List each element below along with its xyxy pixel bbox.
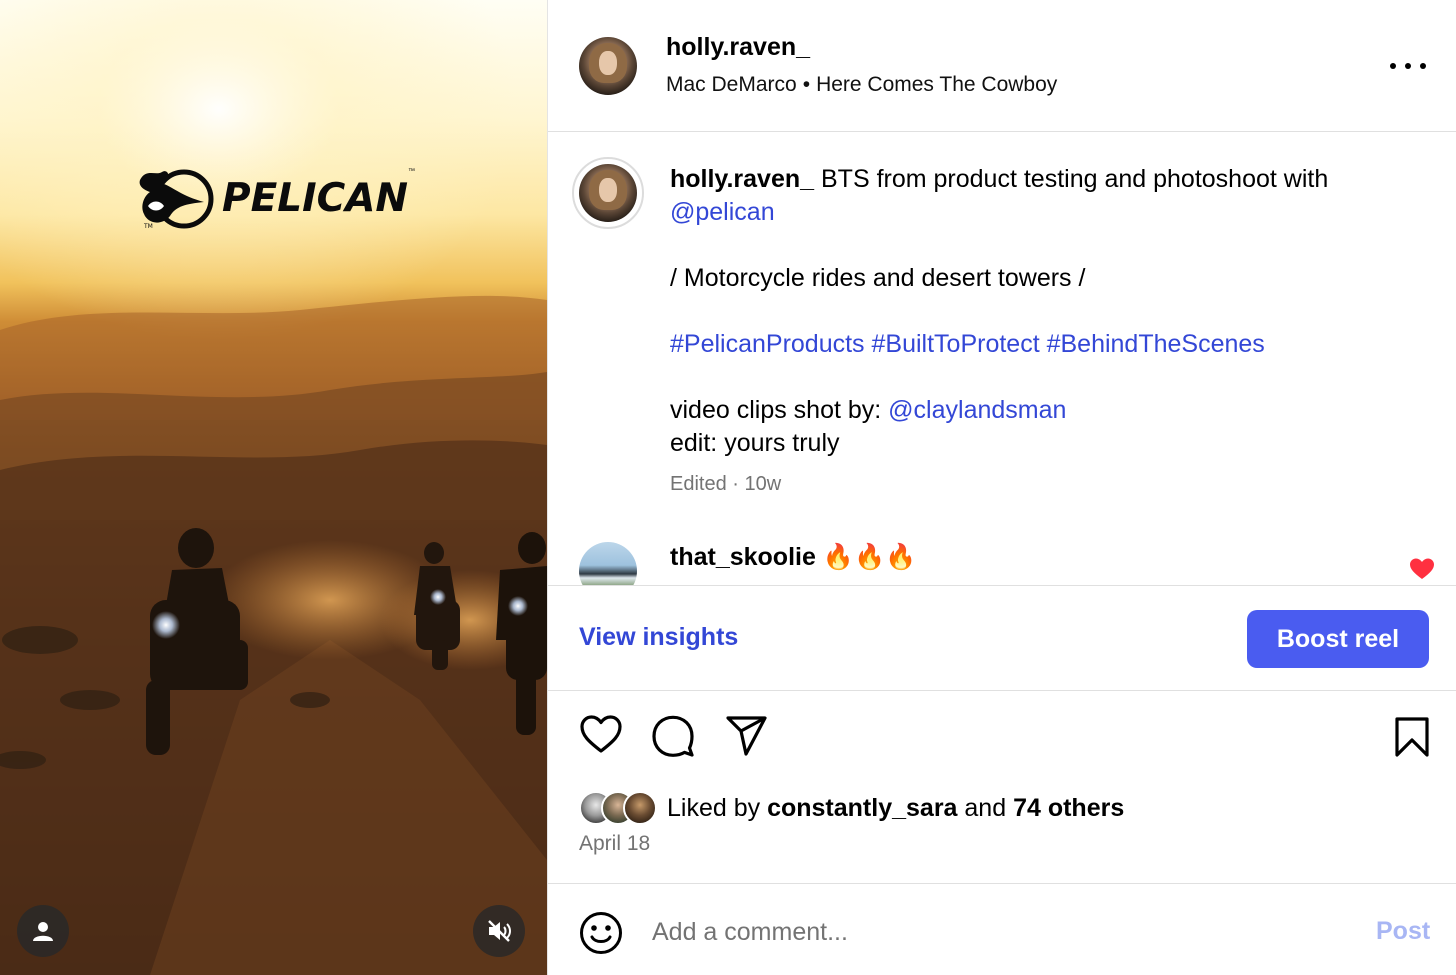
caption-avatar[interactable] bbox=[579, 164, 637, 222]
post-header: holly.raven_ Mac DeMarco • Here Comes The … bbox=[548, 0, 1456, 132]
liked-by-row[interactable]: Liked by constantly_sara and 74 others bbox=[579, 790, 1124, 826]
liked-user[interactable]: constantly_sara bbox=[767, 794, 957, 822]
more-dot bbox=[1405, 63, 1411, 69]
post-panel: holly.raven_ Mac DeMarco • Here Comes The … bbox=[547, 0, 1456, 975]
audio-artist[interactable]: Mac DeMarco bbox=[666, 73, 797, 96]
hashtags-link[interactable]: #PelicanProducts #BuiltToProtect #Behind… bbox=[670, 328, 1390, 361]
credit-label: video clips shot by: bbox=[670, 396, 882, 424]
post-caption: holly.raven_ BTS from product testing an… bbox=[670, 163, 1390, 501]
more-dot bbox=[1420, 63, 1426, 69]
more-options-button[interactable] bbox=[1390, 54, 1426, 78]
tagged-people-button[interactable] bbox=[17, 905, 69, 957]
mute-button[interactable] bbox=[473, 905, 525, 957]
heart-filled-icon[interactable] bbox=[1410, 558, 1434, 580]
share-icon bbox=[726, 716, 767, 756]
like-button[interactable] bbox=[579, 714, 623, 757]
caption-username[interactable]: holly.raven_ bbox=[670, 165, 814, 193]
boost-reel-button[interactable]: Boost reel bbox=[1247, 610, 1429, 668]
comment-body: 🔥🔥🔥 bbox=[822, 543, 917, 571]
trademark-symbol: ™ bbox=[408, 168, 416, 175]
post-date[interactable]: April 18 bbox=[579, 832, 650, 856]
comment-text: that_skoolie 🔥🔥🔥 bbox=[670, 543, 916, 572]
comment-icon bbox=[652, 715, 694, 757]
pelican-logo: TM PELICAN ™ bbox=[134, 166, 415, 230]
audio-attribution[interactable]: Mac DeMarco • Here Comes The Cowboy bbox=[666, 73, 1057, 97]
person-icon bbox=[33, 922, 53, 941]
smiley-icon bbox=[580, 912, 622, 954]
audio-track[interactable]: Here Comes The Cowboy bbox=[816, 73, 1057, 96]
avatar[interactable] bbox=[579, 37, 637, 95]
save-button[interactable] bbox=[1393, 716, 1431, 761]
bookmark-icon bbox=[1395, 717, 1429, 757]
comment-input[interactable] bbox=[652, 912, 1352, 952]
reel-video[interactable]: TM PELICAN ™ bbox=[0, 0, 547, 975]
meta-separator: · bbox=[732, 473, 739, 495]
heart-icon bbox=[580, 715, 622, 753]
edit-credit: edit: yours truly bbox=[670, 429, 840, 457]
pelican-bird-icon: TM bbox=[139, 169, 214, 230]
emoji-button[interactable] bbox=[579, 911, 623, 958]
comment-button[interactable] bbox=[651, 714, 695, 761]
liked-mid: and bbox=[964, 793, 1007, 822]
post-actions: Liked by constantly_sara and 74 others A… bbox=[548, 692, 1456, 882]
liked-by-text: Liked by constantly_sara and 74 others bbox=[667, 794, 1124, 823]
liker-avatar bbox=[623, 791, 657, 825]
post-comment-button[interactable]: Post bbox=[1376, 917, 1430, 946]
commenter-avatar[interactable] bbox=[579, 542, 637, 585]
post-age[interactable]: 10w bbox=[745, 473, 782, 495]
speaker-muted-icon bbox=[488, 920, 511, 942]
list-item: that_skoolie 🔥🔥🔥 bbox=[548, 538, 1456, 585]
edited-label: Edited bbox=[670, 473, 727, 495]
pelican-wordmark: PELICAN bbox=[222, 175, 409, 221]
author-username[interactable]: holly.raven_ bbox=[666, 33, 810, 62]
view-insights-link[interactable]: View insights bbox=[579, 623, 738, 652]
mention-link[interactable]: @pelican bbox=[670, 198, 775, 226]
caption-text: BTS from product testing and photoshoot … bbox=[821, 165, 1329, 193]
comment-bar: Post bbox=[548, 883, 1456, 975]
comments-section[interactable]: holly.raven_ BTS from product testing an… bbox=[548, 133, 1456, 585]
caption-subtitle: / Motorcycle rides and desert towers / bbox=[670, 264, 1086, 292]
share-button[interactable] bbox=[724, 714, 768, 761]
audio-separator: • bbox=[802, 73, 811, 96]
commenter-username[interactable]: that_skoolie bbox=[670, 543, 816, 571]
svg-text:TM: TM bbox=[143, 223, 153, 230]
insights-bar: View insights Boost reel bbox=[548, 585, 1456, 691]
liked-prefix: Liked by bbox=[667, 793, 761, 822]
more-horizontal-icon bbox=[1390, 63, 1396, 69]
caption-meta: Edited · 10w bbox=[670, 468, 1390, 501]
desert-ride-scene bbox=[0, 0, 547, 975]
mention-link-videographer[interactable]: @claylandsman bbox=[888, 396, 1066, 424]
liked-others[interactable]: 74 others bbox=[1013, 794, 1124, 822]
